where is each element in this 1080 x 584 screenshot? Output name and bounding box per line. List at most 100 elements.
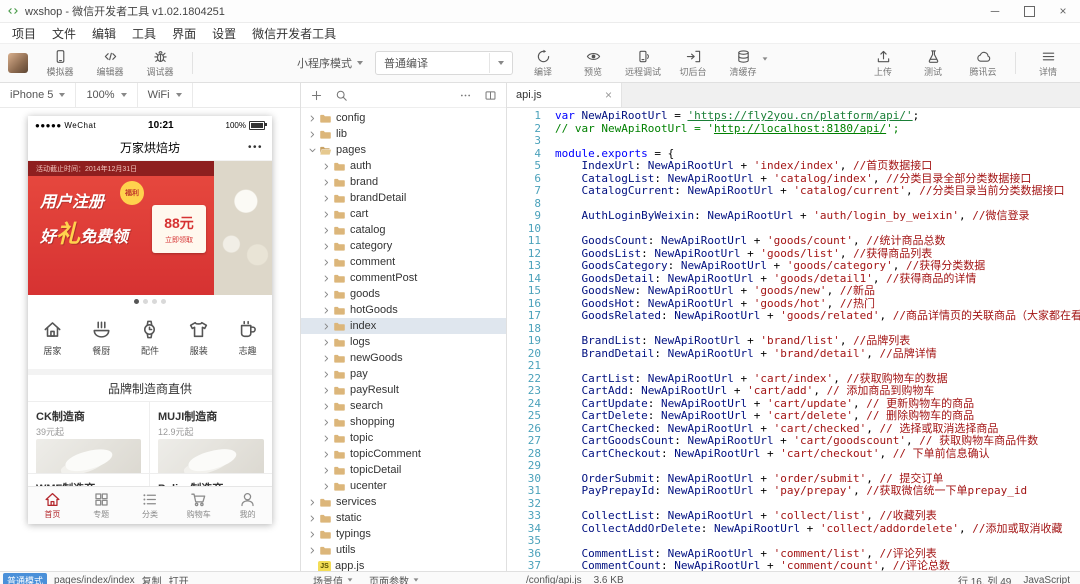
- chevron-right-icon: [321, 466, 332, 475]
- menu-file[interactable]: 文件: [44, 25, 84, 42]
- copy-path-button[interactable]: 复制: [142, 573, 162, 584]
- caret-down-icon: [176, 93, 182, 97]
- tree-item-lib[interactable]: lib: [301, 126, 506, 142]
- close-button[interactable]: ×: [1046, 0, 1080, 22]
- search-icon[interactable]: [335, 89, 348, 102]
- category-accessory[interactable]: 配件: [126, 307, 175, 369]
- tool-clear-cache[interactable]: 清缓存: [719, 49, 767, 78]
- tree-item-ucenter[interactable]: ucenter: [301, 478, 506, 494]
- tool-upload[interactable]: 上传: [859, 49, 907, 78]
- tree-item-newGoods[interactable]: newGoods: [301, 350, 506, 366]
- tree-item-pages[interactable]: pages: [301, 142, 506, 158]
- tabbar-item-topic[interactable]: 专题: [77, 487, 126, 524]
- chevron-right-icon: [307, 114, 318, 123]
- tree-item-comment[interactable]: comment: [301, 254, 506, 270]
- tree-item-config[interactable]: config: [301, 110, 506, 126]
- tree-item-pay[interactable]: pay: [301, 366, 506, 382]
- folder-icon: [332, 464, 346, 477]
- tool-details[interactable]: 详情: [1024, 49, 1072, 78]
- tree-item-typings[interactable]: typings: [301, 526, 506, 542]
- category-home[interactable]: 居家: [28, 307, 77, 369]
- upload-label: 上传: [874, 65, 892, 78]
- tool-remote-debug[interactable]: 远程调试: [619, 49, 667, 78]
- menu-settings[interactable]: 设置: [204, 25, 244, 42]
- tool-tencent-cloud[interactable]: 腾讯云: [959, 49, 1007, 78]
- menu-tools[interactable]: 工具: [124, 25, 164, 42]
- tabbar-item-mine[interactable]: 我的: [223, 487, 272, 524]
- tree-item-commentPost[interactable]: commentPost: [301, 270, 506, 286]
- more-menu-icon[interactable]: •••: [248, 142, 263, 153]
- menu-edit[interactable]: 编辑: [84, 25, 124, 42]
- tool-compile[interactable]: 编译: [519, 49, 567, 78]
- chevron-right-icon: [321, 210, 332, 219]
- tree-item-hotGoods[interactable]: hotGoods: [301, 302, 506, 318]
- sim-zoom-select[interactable]: 100%: [76, 83, 137, 107]
- tree-item-cart[interactable]: cart: [301, 206, 506, 222]
- more-actions-icon[interactable]: [459, 89, 472, 102]
- tree-item-category[interactable]: category: [301, 238, 506, 254]
- tree-item-goods[interactable]: goods: [301, 286, 506, 302]
- code-line: AuthLoginByWeixin: NewApiRootUrl + 'auth…: [555, 210, 1080, 223]
- sim-network-select[interactable]: WiFi: [138, 83, 193, 107]
- product-card[interactable]: WMF制造商: [28, 474, 150, 486]
- tree-item-topicComment[interactable]: topicComment: [301, 446, 506, 462]
- tree-item-app.js[interactable]: JSapp.js: [301, 558, 506, 571]
- product-card[interactable]: CK制造商39元起: [28, 402, 150, 474]
- open-path-button[interactable]: 打开: [169, 573, 189, 584]
- details-label: 详情: [1039, 65, 1057, 78]
- tool-preview[interactable]: 预览: [569, 49, 617, 78]
- folder-icon: [332, 272, 346, 285]
- tree-item-topicDetail[interactable]: topicDetail: [301, 462, 506, 478]
- close-tab-icon[interactable]: ×: [605, 88, 612, 102]
- category-kitchen[interactable]: 餐厨: [77, 307, 126, 369]
- tool-simulator[interactable]: 模拟器: [36, 49, 84, 78]
- tool-editor[interactable]: 编辑器: [86, 49, 134, 78]
- tree-item-brandDetail[interactable]: brandDetail: [301, 190, 506, 206]
- maximize-button[interactable]: [1012, 0, 1046, 22]
- tree-item-utils[interactable]: utils: [301, 542, 506, 558]
- editor-label: 编辑器: [96, 65, 123, 78]
- tree-item-search[interactable]: search: [301, 398, 506, 414]
- product-card[interactable]: MUJI制造商12.9元起: [150, 402, 272, 474]
- tree-item-services[interactable]: services: [301, 494, 506, 510]
- tab-api-js[interactable]: api.js ×: [507, 83, 622, 107]
- sim-device-select[interactable]: iPhone 5: [0, 83, 76, 107]
- tree-item-topic[interactable]: topic: [301, 430, 506, 446]
- menu-project[interactable]: 项目: [4, 25, 44, 42]
- chevron-right-icon: [321, 354, 332, 363]
- language-mode: JavaScript: [1023, 575, 1070, 584]
- line-number: 13: [507, 260, 541, 273]
- minimize-button[interactable]: ─: [978, 0, 1012, 22]
- menu-devtools[interactable]: 微信开发者工具: [244, 25, 344, 42]
- tool-switch-background[interactable]: 切后台: [669, 49, 717, 78]
- tree-item-index[interactable]: index: [301, 318, 506, 334]
- scene-value-select[interactable]: 场景值: [313, 573, 353, 584]
- tree-item-brand[interactable]: brand: [301, 174, 506, 190]
- tree-item-auth[interactable]: auth: [301, 158, 506, 174]
- user-avatar[interactable]: [8, 53, 28, 73]
- mode-select[interactable]: 小程序模式: [291, 55, 369, 71]
- product-card[interactable]: Police制造商: [150, 474, 272, 486]
- tool-debugger[interactable]: 调试器: [136, 49, 184, 78]
- new-file-icon[interactable]: [310, 89, 323, 102]
- compile-config-select[interactable]: 普通编译: [375, 51, 513, 75]
- category-hobby[interactable]: 志趣: [223, 307, 272, 369]
- tabbar-label: 首页: [44, 509, 60, 520]
- tree-item-logs[interactable]: logs: [301, 334, 506, 350]
- tree-item-shopping[interactable]: shopping: [301, 414, 506, 430]
- code-editor[interactable]: 1234567891011121314151617181920212223242…: [507, 108, 1080, 571]
- clock-label: 10:21: [148, 120, 174, 131]
- tabbar-item-category[interactable]: 分类: [126, 487, 175, 524]
- tabbar-item-cart[interactable]: 购物车: [174, 487, 223, 524]
- tree-item-payResult[interactable]: payResult: [301, 382, 506, 398]
- promo-banner[interactable]: 活动截止时间：2014年12月31日 用户注册 好礼免费领 福利 88元 立即领…: [28, 161, 272, 295]
- tree-item-catalog[interactable]: catalog: [301, 222, 506, 238]
- tree-item-static[interactable]: static: [301, 510, 506, 526]
- split-editor-icon[interactable]: [484, 89, 497, 102]
- menu-view[interactable]: 界面: [164, 25, 204, 42]
- folder-icon: [318, 544, 332, 557]
- tool-test[interactable]: 测试: [909, 49, 957, 78]
- page-params-select[interactable]: 页面参数: [369, 573, 419, 584]
- tabbar-item-home[interactable]: 首页: [28, 487, 77, 524]
- category-clothing[interactable]: 服装: [174, 307, 223, 369]
